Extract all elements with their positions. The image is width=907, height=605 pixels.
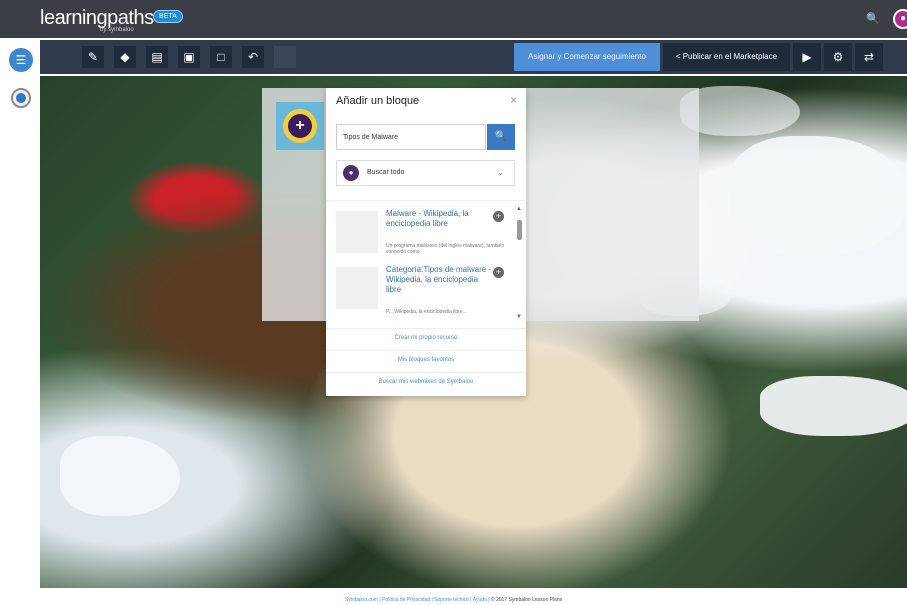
avatar[interactable]: ● bbox=[893, 9, 907, 29]
source-select-label: Buscar todo bbox=[367, 169, 405, 176]
chevron-down-icon: ⌄ bbox=[497, 168, 504, 177]
menu-icon[interactable]: ☰ bbox=[9, 48, 33, 72]
assign-button[interactable]: Asignar y Comenzar seguimiento bbox=[514, 43, 660, 71]
footer-links[interactable]: Symbaloo.com | Política de Privacidad | … bbox=[345, 597, 490, 603]
image-icon[interactable]: ▣ bbox=[178, 46, 200, 68]
dialog-title: Añadir un bloque bbox=[336, 95, 420, 107]
tree-icon[interactable]: ▤ bbox=[146, 46, 168, 68]
list-item[interactable]: Malware - Wikipedia, la enciclopedia lib… bbox=[336, 209, 516, 263]
results-scrollbar[interactable]: ▲ ▼ bbox=[516, 206, 522, 320]
play-icon[interactable]: ▶ bbox=[793, 43, 821, 71]
result-title[interactable]: Categoría:Tipos de malware - Wikipedia, … bbox=[386, 265, 494, 295]
app-logo-sub: by symbaloo bbox=[100, 27, 134, 33]
editor-toolbar: ✎ ◆ ▤ ▣ □ ↶ Asignar y Comenzar seguimien… bbox=[40, 40, 907, 74]
top-bar: learningpaths by symbaloo BETA 🔍 ● bbox=[0, 0, 907, 38]
result-description: P... Wikipedia, la enciclopedia libre... bbox=[386, 309, 467, 315]
add-circle-icon[interactable]: + bbox=[493, 267, 504, 278]
publish-marketplace-button[interactable]: < Publicar en el Marketplace bbox=[663, 43, 790, 71]
result-thumbnail bbox=[336, 211, 378, 253]
results-list[interactable]: Malware - Wikipedia, la enciclopedia lib… bbox=[326, 200, 526, 325]
result-title[interactable]: Malware - Wikipedia, la enciclopedia lib… bbox=[386, 209, 494, 229]
tag-icon[interactable]: ◆ bbox=[114, 46, 136, 68]
search-input[interactable]: Tipos de Malware bbox=[336, 124, 486, 150]
create-resource-link[interactable]: Crear mi propio recurso bbox=[326, 328, 526, 351]
add-block-tile[interactable]: + bbox=[276, 102, 324, 150]
result-thumbnail bbox=[336, 267, 378, 309]
add-circle-icon[interactable]: + bbox=[493, 211, 504, 222]
search-webmixes-link[interactable]: Buscar mis webmixes de Symbaloo bbox=[326, 372, 526, 395]
source-select[interactable]: ● Buscar todo ⌄ bbox=[336, 160, 515, 186]
search-icon[interactable]: 🔍 bbox=[866, 12, 880, 25]
close-icon[interactable]: × bbox=[510, 93, 517, 107]
settings-icon[interactable]: ⚙ bbox=[824, 43, 852, 71]
list-item[interactable]: Categoría:Tipos de malware - Wikipedia, … bbox=[336, 265, 516, 319]
footer-copyright: © 2017 Symbaloo Lesson Plans bbox=[490, 597, 563, 603]
plus-icon: + bbox=[288, 114, 312, 138]
scroll-thumb[interactable] bbox=[517, 220, 522, 240]
share-icon[interactable]: ⇄ bbox=[855, 43, 883, 71]
add-block-dialog: Añadir un bloque × Tipos de Malware 🔍 ● … bbox=[326, 88, 526, 396]
left-rail: ☰ bbox=[0, 38, 40, 605]
disabled-tool-icon bbox=[274, 46, 296, 68]
pencil-icon[interactable]: ✎ bbox=[82, 46, 104, 68]
favorite-blocks-link[interactable]: Mis bloques favoritos bbox=[326, 350, 526, 373]
scroll-down-icon[interactable]: ▼ bbox=[516, 314, 522, 320]
beta-badge: BETA bbox=[153, 10, 183, 23]
layout-icon[interactable]: □ bbox=[210, 46, 232, 68]
result-description: Un programa malicioso (del inglés malwar… bbox=[386, 243, 505, 255]
undo-icon[interactable]: ↶ bbox=[242, 46, 264, 68]
scroll-up-icon[interactable]: ▲ bbox=[516, 206, 522, 212]
page-footer: Symbaloo.com | Política de Privacidad | … bbox=[0, 597, 907, 603]
symbaloo-icon: ● bbox=[343, 165, 359, 181]
app-logo[interactable]: learningpaths bbox=[40, 7, 154, 30]
palette-icon[interactable] bbox=[11, 88, 31, 108]
search-button[interactable]: 🔍 bbox=[487, 124, 515, 150]
search-icon: 🔍 bbox=[494, 131, 508, 142]
